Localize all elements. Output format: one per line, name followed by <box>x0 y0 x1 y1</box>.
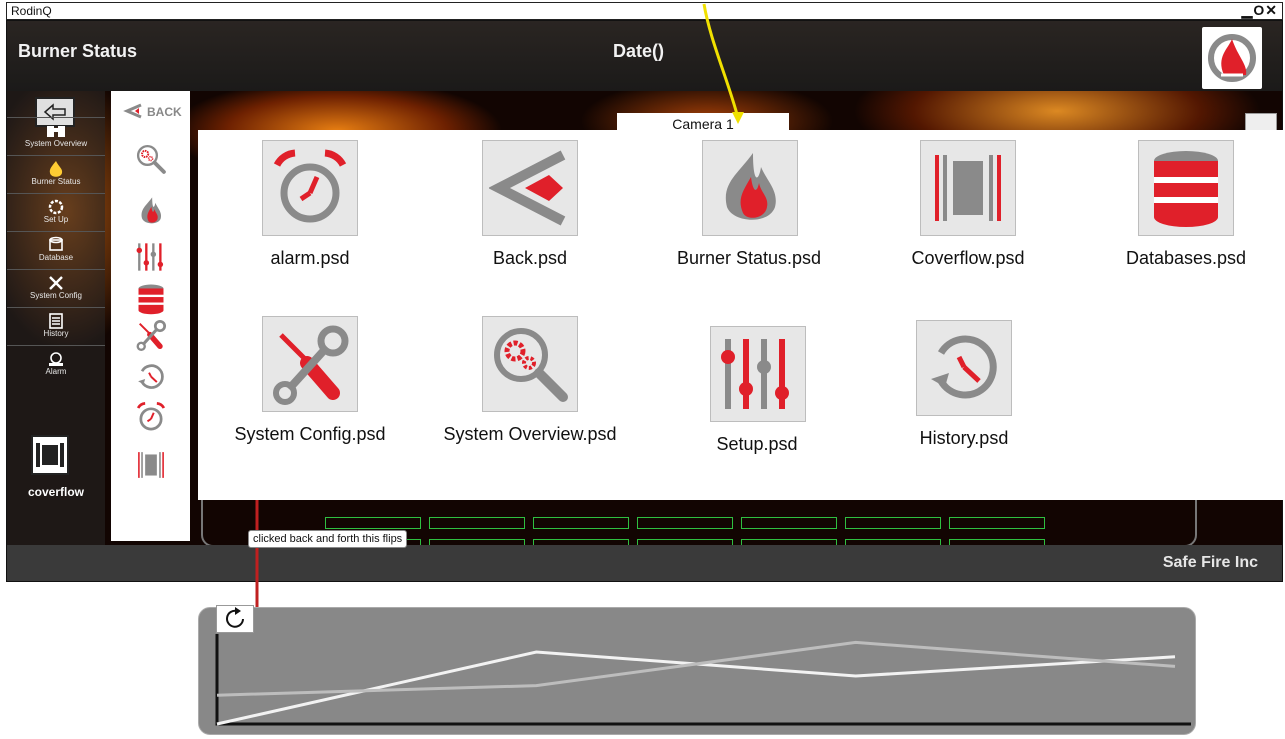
refresh-button[interactable] <box>216 605 254 633</box>
line-chart <box>215 634 1191 726</box>
chart-axes <box>215 634 1191 726</box>
refresh-icon <box>226 607 244 628</box>
chart-panel <box>198 607 1196 735</box>
series-line-2 <box>216 640 1176 697</box>
annotation-note: clicked back and forth this flips <box>248 530 408 548</box>
